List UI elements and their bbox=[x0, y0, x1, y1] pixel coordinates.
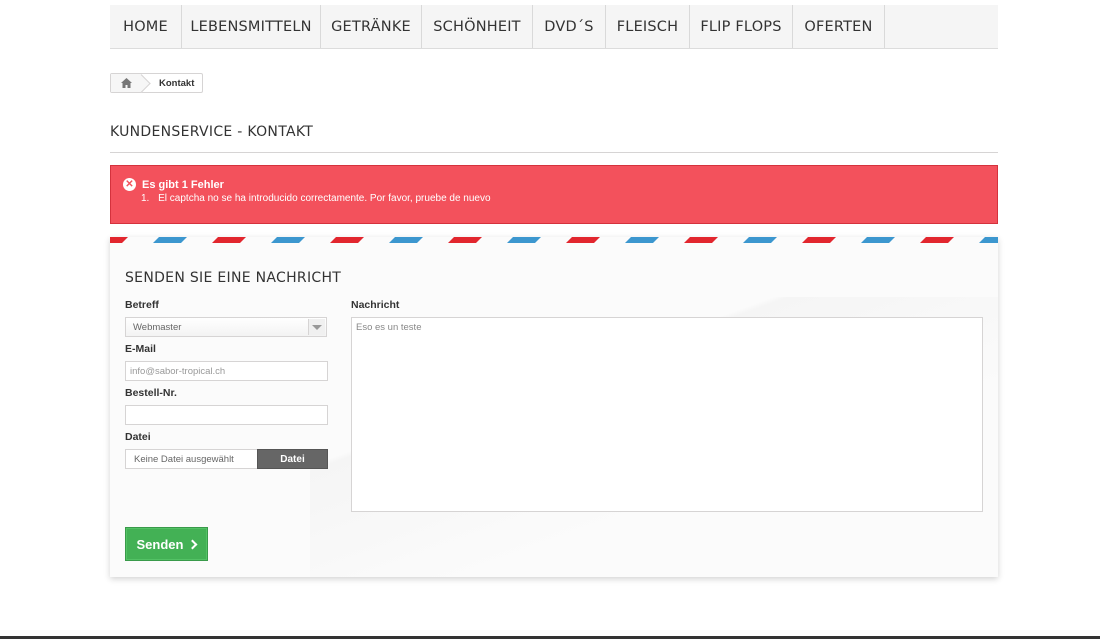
order-number-label: Bestell-Nr. bbox=[125, 387, 177, 399]
top-navigation: Home Lebensmitteln Getränke Schönheit DV… bbox=[110, 5, 998, 49]
message-textarea[interactable]: Eso es un teste bbox=[351, 317, 983, 512]
alert-header: ✕ Es gibt 1 Fehler bbox=[123, 178, 224, 191]
order-number-field[interactable] bbox=[125, 405, 328, 425]
stripe-segment bbox=[920, 237, 954, 243]
nav-item-schoenheit[interactable]: Schönheit bbox=[422, 5, 533, 48]
nav-item-flip-flops[interactable]: Flip Flops bbox=[690, 5, 793, 48]
stripe-segment bbox=[330, 237, 364, 243]
stripe-segment bbox=[802, 237, 836, 243]
stripe-segment bbox=[861, 237, 895, 243]
email-label: E-Mail bbox=[125, 343, 156, 355]
airmail-stripes bbox=[110, 237, 998, 243]
stripe-segment bbox=[507, 237, 541, 243]
nav-item-oferten[interactable]: Oferten bbox=[793, 5, 885, 48]
subject-select[interactable]: Webmaster bbox=[125, 317, 327, 337]
breadcrumb: Kontakt bbox=[110, 73, 203, 93]
alert-error-list: 1. El captcha no se ha introducido corre… bbox=[141, 193, 491, 204]
nav-item-dvds[interactable]: DVD´S bbox=[533, 5, 606, 48]
chevron-down-icon[interactable] bbox=[308, 319, 325, 335]
file-label: Datei bbox=[125, 431, 151, 443]
subject-label: Betreff bbox=[125, 299, 159, 311]
home-icon bbox=[121, 78, 132, 88]
nav-item-fleisch[interactable]: Fleisch bbox=[606, 5, 690, 48]
stripe-segment bbox=[625, 237, 659, 243]
error-message: El captcha no se ha introducido correcta… bbox=[158, 193, 491, 204]
send-button[interactable]: Senden bbox=[125, 527, 208, 561]
subject-select-value: Webmaster bbox=[133, 321, 182, 333]
file-name-display[interactable]: Keine Datei ausgewählt bbox=[125, 449, 257, 469]
send-button-label: Senden bbox=[136, 536, 184, 552]
message-label: Nachricht bbox=[351, 299, 400, 311]
stripe-segment bbox=[979, 237, 998, 243]
stripe-segment bbox=[153, 237, 187, 243]
stripe-segment bbox=[212, 237, 246, 243]
file-upload-button[interactable]: Datei bbox=[257, 449, 328, 469]
breadcrumb-home-link[interactable] bbox=[111, 74, 142, 92]
list-item: 1. El captcha no se ha introducido corre… bbox=[141, 193, 491, 204]
error-number: 1. bbox=[141, 193, 150, 204]
error-alert: ✕ Es gibt 1 Fehler 1. El captcha no se h… bbox=[110, 165, 998, 224]
stripe-segment bbox=[684, 237, 718, 243]
nav-item-lebensmitteln[interactable]: Lebensmitteln bbox=[182, 5, 321, 48]
alert-title: Es gibt 1 Fehler bbox=[142, 178, 224, 191]
nav-item-getraenke[interactable]: Getränke bbox=[321, 5, 422, 48]
stripe-segment bbox=[448, 237, 482, 243]
stripe-segment bbox=[110, 237, 128, 243]
error-circle-icon: ✕ bbox=[123, 178, 136, 191]
contact-form: Senden sie eine Nachricht Betreff Webmas… bbox=[110, 237, 998, 577]
stripe-segment bbox=[389, 237, 423, 243]
chevron-right-icon bbox=[188, 539, 198, 549]
stripe-segment bbox=[566, 237, 600, 243]
nav-item-home[interactable]: Home bbox=[110, 5, 182, 48]
stripe-segment bbox=[271, 237, 305, 243]
stripe-segment bbox=[743, 237, 777, 243]
form-title: Senden sie eine Nachricht bbox=[125, 270, 342, 286]
page-title: Kundenservice - Kontakt bbox=[110, 124, 998, 153]
email-field[interactable]: info@sabor-tropical.ch bbox=[125, 361, 328, 381]
